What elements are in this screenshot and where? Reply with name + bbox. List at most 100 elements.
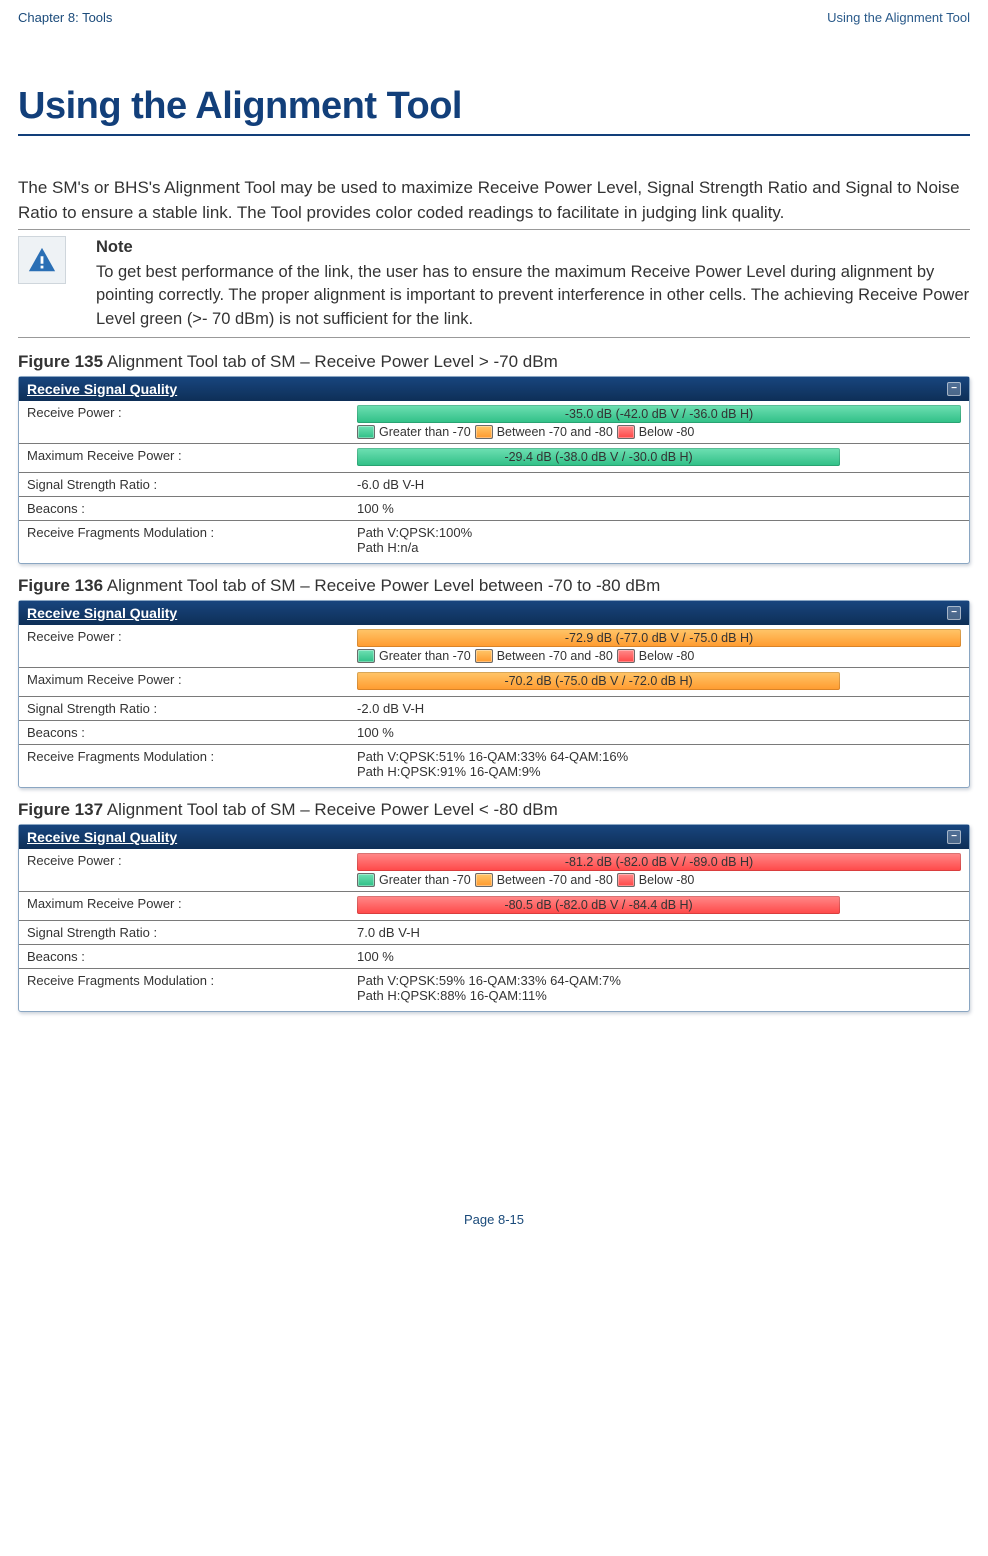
figure-number: Figure 137 bbox=[18, 800, 103, 819]
legend-orange-label: Between -70 and -80 bbox=[497, 425, 613, 439]
signal-strength-ratio-row: Signal Strength Ratio : 7.0 dB V-H bbox=[19, 920, 969, 944]
beacons-label: Beacons : bbox=[19, 496, 349, 520]
title-rule bbox=[18, 134, 970, 136]
legend-red-label: Below -80 bbox=[639, 425, 695, 439]
note-block: Note To get best performance of the link… bbox=[18, 234, 970, 332]
panel-header: Receive Signal Quality − bbox=[19, 377, 969, 401]
receive-power-label: Receive Power : bbox=[19, 401, 349, 444]
chapter-label: Chapter 8: Tools bbox=[18, 10, 112, 25]
beacons-row: Beacons : 100 % bbox=[19, 944, 969, 968]
panel-header: Receive Signal Quality − bbox=[19, 825, 969, 849]
receive-power-value: -81.2 dB (-82.0 dB V / -89.0 dB H) Great… bbox=[349, 849, 969, 892]
max-receive-power-bar: -29.4 dB (-38.0 dB V / -30.0 dB H) bbox=[357, 448, 840, 466]
rfm-label: Receive Fragments Modulation : bbox=[19, 520, 349, 559]
receive-fragments-row: Receive Fragments Modulation : Path V:QP… bbox=[19, 968, 969, 1007]
legend-red-label: Below -80 bbox=[639, 649, 695, 663]
collapse-icon[interactable]: − bbox=[947, 382, 961, 396]
figure-caption: Figure 137 Alignment Tool tab of SM – Re… bbox=[18, 800, 970, 820]
receive-power-bar: -35.0 dB (-42.0 dB V / -36.0 dB H) bbox=[357, 405, 961, 423]
receive-signal-quality-panel: Receive Signal Quality − Receive Power :… bbox=[18, 600, 970, 788]
ssr-label: Signal Strength Ratio : bbox=[19, 696, 349, 720]
page-footer: Page 8-15 bbox=[18, 1212, 970, 1227]
figure-caption-text: Alignment Tool tab of SM – Receive Power… bbox=[107, 800, 558, 819]
collapse-icon[interactable]: − bbox=[947, 830, 961, 844]
max-receive-power-row: Maximum Receive Power : -80.5 dB (-82.0 … bbox=[19, 891, 969, 920]
panel-header: Receive Signal Quality − bbox=[19, 601, 969, 625]
panel-title: Receive Signal Quality bbox=[27, 381, 177, 397]
receive-power-value: -35.0 dB (-42.0 dB V / -36.0 dB H) Great… bbox=[349, 401, 969, 444]
receive-signal-quality-panel: Receive Signal Quality − Receive Power :… bbox=[18, 824, 970, 1012]
figure-caption-text: Alignment Tool tab of SM – Receive Power… bbox=[107, 576, 660, 595]
rfm-path-v: Path V:QPSK:100% bbox=[357, 525, 961, 540]
ssr-value: -6.0 dB V-H bbox=[349, 472, 969, 496]
signal-strength-ratio-row: Signal Strength Ratio : -2.0 dB V-H bbox=[19, 696, 969, 720]
legend-row: Greater than -70 Between -70 and -80 Bel… bbox=[357, 649, 961, 663]
legend-green-label: Greater than -70 bbox=[379, 873, 471, 887]
receive-signal-quality-panel: Receive Signal Quality − Receive Power :… bbox=[18, 376, 970, 564]
rsq-table: Receive Power : -81.2 dB (-82.0 dB V / -… bbox=[19, 849, 969, 1007]
max-receive-power-value: -70.2 dB (-75.0 dB V / -72.0 dB H) bbox=[349, 667, 969, 696]
legend-swatch-green bbox=[357, 649, 375, 663]
receive-power-label: Receive Power : bbox=[19, 849, 349, 892]
max-receive-power-bar: -70.2 dB (-75.0 dB V / -72.0 dB H) bbox=[357, 672, 840, 690]
info-triangle-icon bbox=[27, 245, 57, 275]
beacons-value: 100 % bbox=[349, 496, 969, 520]
max-receive-power-row: Maximum Receive Power : -70.2 dB (-75.0 … bbox=[19, 667, 969, 696]
rfm-path-h: Path H:QPSK:88% 16-QAM:11% bbox=[357, 988, 961, 1003]
rfm-value: Path V:QPSK:100% Path H:n/a bbox=[349, 520, 969, 559]
note-text: To get best performance of the link, the… bbox=[96, 263, 969, 327]
figure-number: Figure 136 bbox=[18, 576, 103, 595]
ssr-label: Signal Strength Ratio : bbox=[19, 920, 349, 944]
legend-swatch-orange bbox=[475, 425, 493, 439]
max-receive-power-label: Maximum Receive Power : bbox=[19, 667, 349, 696]
max-receive-power-value: -29.4 dB (-38.0 dB V / -30.0 dB H) bbox=[349, 443, 969, 472]
receive-power-label: Receive Power : bbox=[19, 625, 349, 668]
figure-number: Figure 135 bbox=[18, 352, 103, 371]
legend-orange-label: Between -70 and -80 bbox=[497, 649, 613, 663]
collapse-icon[interactable]: − bbox=[947, 606, 961, 620]
receive-power-bar: -72.9 dB (-77.0 dB V / -75.0 dB H) bbox=[357, 629, 961, 647]
receive-power-bar: -81.2 dB (-82.0 dB V / -89.0 dB H) bbox=[357, 853, 961, 871]
legend-red-label: Below -80 bbox=[639, 873, 695, 887]
figure-caption-text: Alignment Tool tab of SM – Receive Power… bbox=[107, 352, 558, 371]
rsq-table: Receive Power : -35.0 dB (-42.0 dB V / -… bbox=[19, 401, 969, 559]
rfm-path-h: Path H:n/a bbox=[357, 540, 961, 555]
receive-power-row: Receive Power : -81.2 dB (-82.0 dB V / -… bbox=[19, 849, 969, 892]
rfm-path-v: Path V:QPSK:59% 16-QAM:33% 64-QAM:7% bbox=[357, 973, 961, 988]
rfm-value: Path V:QPSK:51% 16-QAM:33% 64-QAM:16% Pa… bbox=[349, 744, 969, 783]
rfm-path-v: Path V:QPSK:51% 16-QAM:33% 64-QAM:16% bbox=[357, 749, 961, 764]
legend-row: Greater than -70 Between -70 and -80 Bel… bbox=[357, 425, 961, 439]
note-bottom-rule bbox=[18, 337, 970, 338]
ssr-value: 7.0 dB V-H bbox=[349, 920, 969, 944]
beacons-label: Beacons : bbox=[19, 944, 349, 968]
page-title: Using the Alignment Tool bbox=[18, 85, 970, 128]
note-icon-wrap bbox=[18, 236, 78, 330]
max-receive-power-value: -80.5 dB (-82.0 dB V / -84.4 dB H) bbox=[349, 891, 969, 920]
receive-power-row: Receive Power : -35.0 dB (-42.0 dB V / -… bbox=[19, 401, 969, 444]
receive-power-row: Receive Power : -72.9 dB (-77.0 dB V / -… bbox=[19, 625, 969, 668]
beacons-row: Beacons : 100 % bbox=[19, 720, 969, 744]
max-receive-power-bar: -80.5 dB (-82.0 dB V / -84.4 dB H) bbox=[357, 896, 840, 914]
rfm-label: Receive Fragments Modulation : bbox=[19, 744, 349, 783]
panel-title: Receive Signal Quality bbox=[27, 829, 177, 845]
ssr-value: -2.0 dB V-H bbox=[349, 696, 969, 720]
signal-strength-ratio-row: Signal Strength Ratio : -6.0 dB V-H bbox=[19, 472, 969, 496]
intro-paragraph: The SM's or BHS's Alignment Tool may be … bbox=[18, 176, 970, 225]
legend-swatch-green bbox=[357, 873, 375, 887]
note-top-rule bbox=[18, 229, 970, 230]
rfm-path-h: Path H:QPSK:91% 16-QAM:9% bbox=[357, 764, 961, 779]
receive-fragments-row: Receive Fragments Modulation : Path V:QP… bbox=[19, 520, 969, 559]
beacons-row: Beacons : 100 % bbox=[19, 496, 969, 520]
rfm-value: Path V:QPSK:59% 16-QAM:33% 64-QAM:7% Pat… bbox=[349, 968, 969, 1007]
legend-green-label: Greater than -70 bbox=[379, 425, 471, 439]
legend-swatch-red bbox=[617, 873, 635, 887]
legend-swatch-orange bbox=[475, 649, 493, 663]
max-receive-power-row: Maximum Receive Power : -29.4 dB (-38.0 … bbox=[19, 443, 969, 472]
ssr-label: Signal Strength Ratio : bbox=[19, 472, 349, 496]
legend-green-label: Greater than -70 bbox=[379, 649, 471, 663]
legend-orange-label: Between -70 and -80 bbox=[497, 873, 613, 887]
note-body: Note To get best performance of the link… bbox=[96, 236, 970, 330]
receive-fragments-row: Receive Fragments Modulation : Path V:QP… bbox=[19, 744, 969, 783]
panel-title: Receive Signal Quality bbox=[27, 605, 177, 621]
legend-row: Greater than -70 Between -70 and -80 Bel… bbox=[357, 873, 961, 887]
